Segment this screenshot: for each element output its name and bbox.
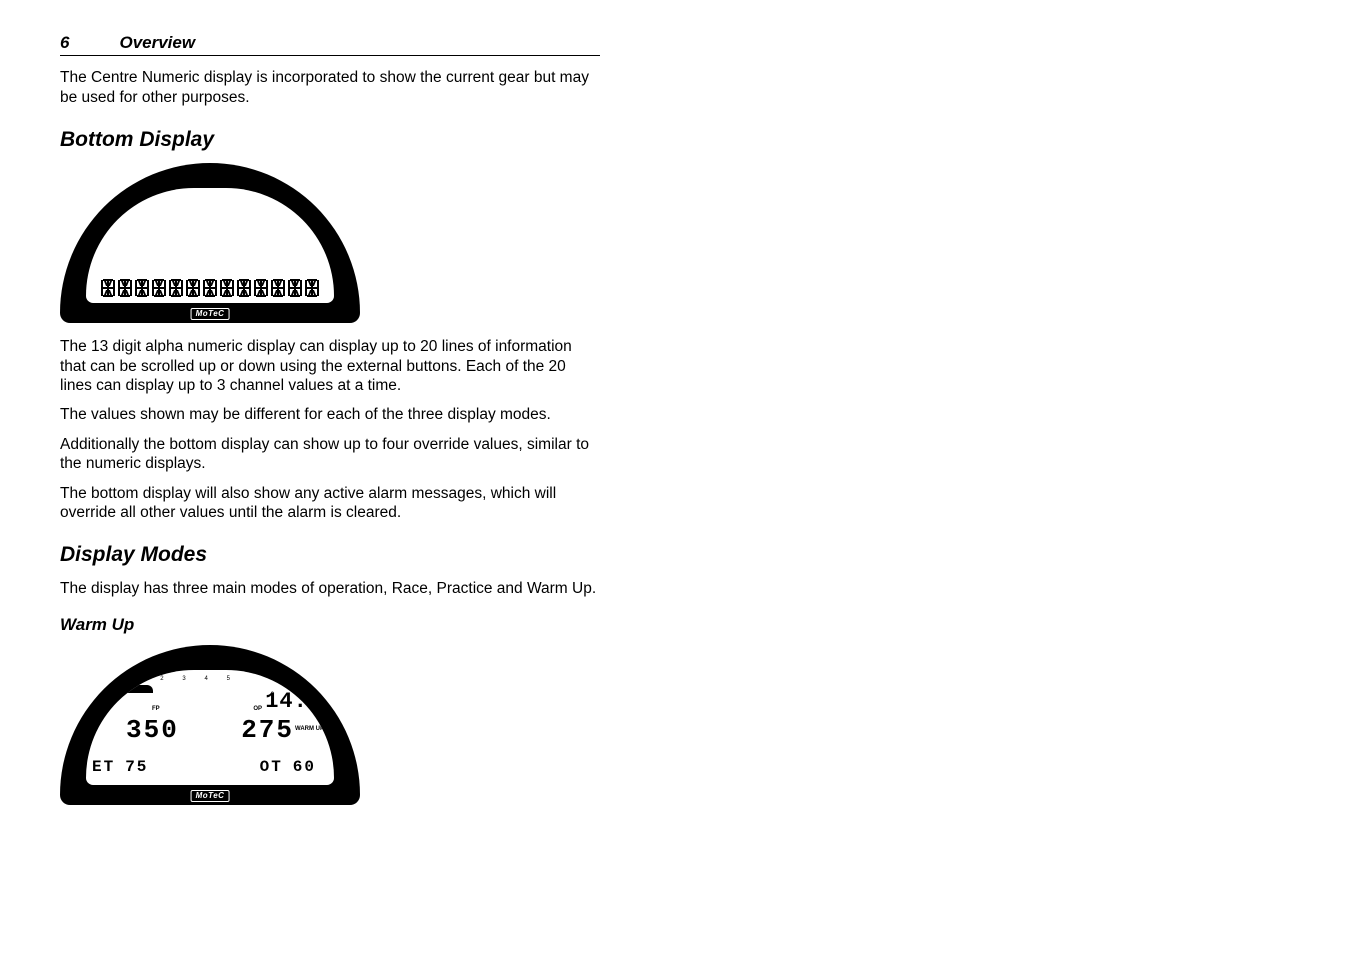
bd-para-4: The bottom display will also show any ac… [60, 484, 600, 523]
segment-char-icon [288, 279, 302, 297]
bottom-left-readout: ET 75 [92, 757, 148, 777]
dash-screen-warmup: 012345 6 14.0 FP OP 350 275 WARM UP ET 7… [86, 670, 334, 785]
brand-label: MoTeC [191, 308, 230, 320]
et-label: ET [92, 757, 115, 777]
page-number: 6 [60, 32, 69, 53]
bd-para-3: Additionally the bottom display can show… [60, 435, 600, 474]
segment-char-icon [305, 279, 319, 297]
tach-tick: 2 [160, 676, 163, 684]
tach-tick: 5 [227, 676, 230, 684]
bottom-right-readout: OT 60 [260, 757, 316, 777]
op-value: 275 [241, 714, 294, 747]
segment-char-icon [254, 279, 268, 297]
subheading-warm-up: Warm Up [60, 614, 600, 635]
tachometer: 0 1 2 3 4 5 [102, 676, 232, 693]
intro-paragraph: The Centre Numeric display is incorporat… [60, 68, 600, 107]
segment-char-icon [118, 279, 132, 297]
segment-char-icon [220, 279, 234, 297]
et-value: 75 [125, 757, 148, 777]
dash-bezel-warmup: 012345 6 14.0 FP OP 350 275 WARM UP ET 7… [60, 645, 360, 805]
dash-bezel: MoTeC [60, 163, 360, 323]
figure-warm-up: 012345 6 14.0 FP OP 350 275 WARM UP ET 7… [60, 645, 600, 805]
segment-char-icon [203, 279, 217, 297]
document-page: 6 Overview The Centre Numeric display is… [0, 0, 660, 805]
op-label: OP [253, 706, 262, 714]
tach-tick: 4 [205, 676, 208, 684]
tach-bar-icon [98, 685, 153, 693]
tach-tick: 1 [138, 676, 141, 684]
tach-tick-labels: 0 1 2 3 4 5 [102, 676, 232, 684]
dm-para-1: The display has three main modes of oper… [60, 579, 600, 598]
section-heading-bottom-display: Bottom Display [60, 127, 600, 153]
dash-screen [86, 188, 334, 303]
segment-char-icon [101, 279, 115, 297]
segment-char-icon [169, 279, 183, 297]
fp-value: 350 [126, 714, 179, 747]
section-heading-display-modes: Display Modes [60, 542, 600, 568]
fp-label: FP [152, 706, 160, 714]
bd-para-2: The values shown may be different for ea… [60, 405, 600, 424]
mode-label: WARM UP [295, 726, 324, 734]
chapter-title: Overview [119, 32, 195, 53]
alphanumeric-row [94, 279, 326, 297]
tach-tick: 0 [116, 676, 119, 684]
segment-char-icon [186, 279, 200, 297]
brand-label: MoTeC [191, 790, 230, 802]
segment-char-icon [271, 279, 285, 297]
segment-char-icon [152, 279, 166, 297]
segment-char-icon [237, 279, 251, 297]
ot-value: 60 [293, 757, 316, 777]
ot-label: OT [260, 757, 283, 777]
voltage-readout: 14.0 [265, 688, 322, 716]
tach-tick: 3 [182, 676, 185, 684]
page-header: 6 Overview [60, 32, 600, 56]
segment-char-icon [135, 279, 149, 297]
bd-para-1: The 13 digit alpha numeric display can d… [60, 337, 600, 395]
figure-bottom-display: MoTeC [60, 163, 600, 323]
